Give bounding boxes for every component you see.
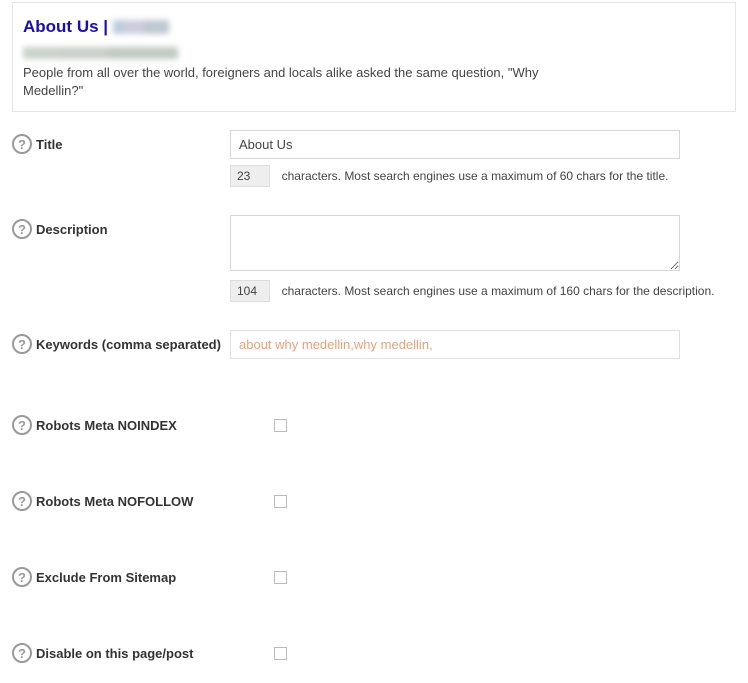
seo-preview-card: About Us | People from all over the worl… xyxy=(12,2,736,112)
nofollow-label: Robots Meta NOFOLLOW xyxy=(36,494,193,509)
row-description-counter: 104 characters. Most search engines use … xyxy=(12,280,738,302)
disable-label: Disable on this page/post xyxy=(36,646,193,661)
help-icon[interactable]: ? xyxy=(12,134,32,154)
title-input[interactable] xyxy=(230,130,680,159)
help-icon[interactable]: ? xyxy=(12,643,32,663)
preview-description: People from all over the world, foreigne… xyxy=(23,64,563,99)
help-icon[interactable]: ? xyxy=(12,491,32,511)
description-char-msg: characters. Most search engines use a ma… xyxy=(282,284,715,298)
seo-form: ? Title 23 characters. Most search engin… xyxy=(0,130,748,663)
row-noindex: ? Robots Meta NOINDEX xyxy=(12,415,738,435)
exclude-sitemap-checkbox[interactable] xyxy=(274,571,287,584)
description-label: Description xyxy=(36,222,108,237)
help-icon[interactable]: ? xyxy=(12,415,32,435)
keywords-input[interactable] xyxy=(230,330,680,359)
preview-title-blur xyxy=(113,20,169,34)
nofollow-checkbox[interactable] xyxy=(274,495,287,508)
row-keywords: ? Keywords (comma separated) xyxy=(12,330,738,359)
row-disable: ? Disable on this page/post xyxy=(12,643,738,663)
title-char-count: 23 xyxy=(230,165,270,187)
row-exclude-sitemap: ? Exclude From Sitemap xyxy=(12,567,738,587)
disable-checkbox[interactable] xyxy=(274,647,287,660)
row-title-counter: 23 characters. Most search engines use a… xyxy=(12,165,738,187)
noindex-label: Robots Meta NOINDEX xyxy=(36,418,177,433)
description-char-count: 104 xyxy=(230,280,270,302)
description-input[interactable] xyxy=(230,215,680,271)
help-icon[interactable]: ? xyxy=(12,567,32,587)
preview-title-prefix: About Us | xyxy=(23,17,113,36)
help-icon[interactable]: ? xyxy=(12,334,32,354)
noindex-checkbox[interactable] xyxy=(274,419,287,432)
keywords-label: Keywords (comma separated) xyxy=(36,337,221,352)
row-description: ? Description xyxy=(12,215,738,274)
title-label: Title xyxy=(36,137,63,152)
preview-title: About Us | xyxy=(23,17,725,37)
row-nofollow: ? Robots Meta NOFOLLOW xyxy=(12,491,738,511)
row-title: ? Title xyxy=(12,130,738,159)
title-char-msg: characters. Most search engines use a ma… xyxy=(282,169,669,183)
preview-url xyxy=(23,47,725,62)
help-icon[interactable]: ? xyxy=(12,219,32,239)
preview-url-blur xyxy=(23,47,178,59)
exclude-label: Exclude From Sitemap xyxy=(36,570,176,585)
